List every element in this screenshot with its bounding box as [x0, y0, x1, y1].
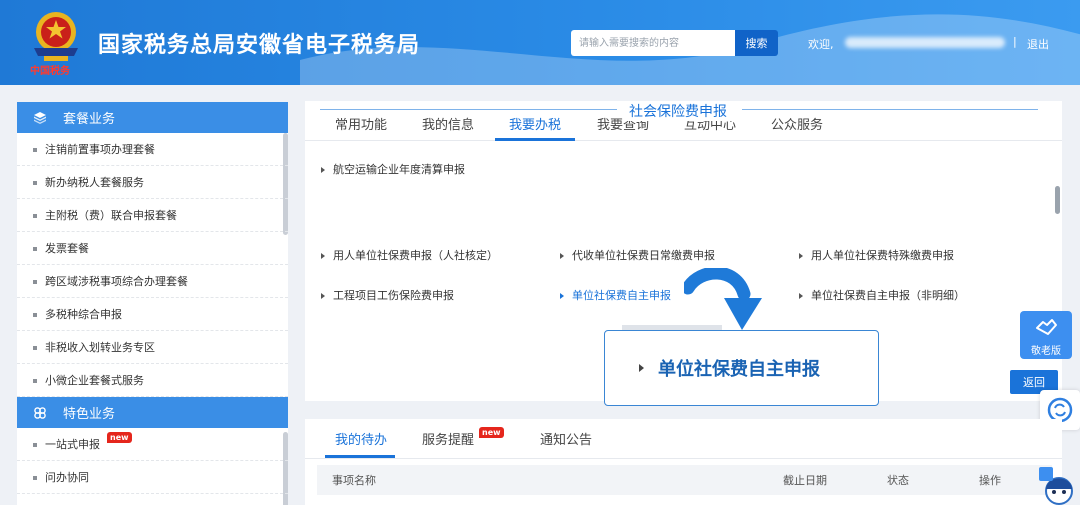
mascot-icon	[1039, 467, 1073, 505]
service-link-label: 单位社保费自主申报（非明细）	[811, 289, 965, 302]
table-header-row	[317, 465, 1052, 495]
service-link-label: 代收单位社保费日常缴费申报	[572, 249, 715, 262]
todo-panel: 我的待办 服务提醒 new 通知公告 事项名称 截止日期 状态 操作	[305, 419, 1062, 505]
welcome-text: 欢迎,	[808, 38, 834, 51]
sidebar-item-label: 一站式申报	[45, 438, 100, 451]
column-header-action: 操作	[979, 474, 1001, 487]
service-link-aviation[interactable]: 航空运输企业年度清算申报	[321, 161, 465, 177]
sidebar-item[interactable]: 主附税（费）联合申报套餐	[17, 199, 288, 232]
elder-mode-button[interactable]: 敬老版	[1020, 311, 1072, 359]
bullet-icon	[33, 181, 37, 185]
tab-public-service[interactable]: 公众服务	[771, 114, 823, 133]
sidebar-item-label: 非税收入划转业务专区	[45, 341, 155, 354]
tax-emblem-icon	[34, 12, 78, 61]
sidebar-item-label: 新办纳税人套餐服务	[45, 176, 144, 189]
triangle-icon	[321, 293, 325, 299]
zoom-callout: 单位社保费自主申报	[604, 330, 879, 406]
bullet-icon	[33, 148, 37, 152]
bullet-icon	[33, 379, 37, 383]
tab-my-info[interactable]: 我的信息	[422, 114, 474, 133]
sidebar-item[interactable]: 注销前置事项办理套餐	[17, 133, 288, 166]
sidebar-section-packages[interactable]: 套餐业务	[17, 102, 288, 133]
brand-subtitle: 中国税务	[30, 66, 70, 77]
bullet-icon	[33, 214, 37, 218]
service-link-self-declare[interactable]: 单位社保费自主申报	[560, 287, 671, 303]
sidebar-section-features[interactable]: 特色业务	[17, 397, 288, 428]
triangle-icon	[321, 253, 325, 259]
search-button[interactable]: 搜索	[735, 30, 778, 56]
tab-notice[interactable]: 通知公告	[540, 429, 592, 448]
username-redacted	[845, 37, 1005, 48]
sidebar-item-label: 注销前置事项办理套餐	[45, 143, 155, 156]
triangle-icon	[321, 167, 325, 173]
logout-link[interactable]: 退出	[1027, 36, 1049, 52]
sidebar-item-label: 跨区域涉税事项综合办理套餐	[45, 275, 188, 288]
bullet-icon	[33, 346, 37, 350]
elder-mode-label: 敬老版	[1031, 346, 1061, 357]
sidebar-item[interactable]: 问办协同	[17, 461, 288, 494]
active-tab-indicator	[495, 138, 575, 141]
triangle-icon	[799, 293, 803, 299]
service-link-label: 用人单位社保费特殊缴费申报	[811, 249, 954, 262]
sidebar-section-title: 套餐业务	[63, 112, 116, 127]
sidebar-item[interactable]: 非税收入划转业务专区	[17, 331, 288, 364]
section-divider-left	[320, 109, 617, 110]
service-link[interactable]: 工程项目工伤保险费申报	[321, 287, 454, 303]
sidebar-item[interactable]: 多税种综合申报	[17, 298, 288, 331]
column-header-item-name: 事项名称	[332, 474, 376, 487]
triangle-icon	[560, 253, 564, 259]
triangle-icon	[799, 253, 803, 259]
sidebar-item[interactable]: 新办纳税人套餐服务	[17, 166, 288, 199]
tab-common[interactable]: 常用功能	[335, 114, 387, 133]
sidebar-section-title: 特色业务	[63, 407, 116, 422]
callout-label: 单位社保费自主申报	[658, 359, 820, 380]
bullet-icon	[33, 443, 37, 447]
bullet-icon	[33, 313, 37, 317]
service-link-label: 单位社保费自主申报	[572, 289, 671, 302]
triangle-icon	[560, 293, 564, 299]
triangle-icon	[639, 364, 644, 372]
sidebar-item-label: 发票套餐	[45, 242, 89, 255]
sidebar-item-label: 问办协同	[45, 471, 89, 484]
sidebar-item[interactable]: 跨区域涉税事项综合办理套餐	[17, 265, 288, 298]
tab-tax-handling[interactable]: 我要办税	[509, 114, 561, 133]
service-link-label: 用人单位社保费申报（人社核定）	[333, 249, 498, 262]
service-link[interactable]: 用人单位社保费申报（人社核定）	[321, 247, 498, 263]
site-title: 国家税务总局安徽省电子税务局	[98, 33, 421, 58]
panel-scrollbar[interactable]	[1055, 186, 1060, 214]
new-badge: new	[107, 432, 132, 443]
top-header: 中国税务 国家税务总局安徽省电子税务局 搜索 欢迎, | 退出	[0, 0, 1080, 85]
flower-icon	[33, 406, 47, 420]
sidebar-item-label: 小微企业套餐式服务	[45, 374, 144, 387]
section-title: 社会保险费申报	[623, 101, 733, 121]
sidebar-item[interactable]: 小微企业套餐式服务	[17, 364, 288, 397]
column-header-status: 状态	[887, 474, 909, 487]
sidebar: 套餐业务 注销前置事项办理套餐 新办纳税人套餐服务 主附税（费）联合申报套餐 发…	[17, 102, 288, 505]
bullet-icon	[33, 476, 37, 480]
service-link[interactable]: 单位社保费自主申报（非明细）	[799, 287, 965, 303]
sidebar-item[interactable]: 发票套餐	[17, 232, 288, 265]
bullet-icon	[33, 280, 37, 284]
search-input[interactable]	[571, 30, 735, 56]
tabs-divider	[305, 458, 1062, 459]
curved-arrow-icon	[684, 268, 762, 330]
bullet-icon	[33, 247, 37, 251]
handshake-icon	[1036, 319, 1057, 335]
tab-service-reminder[interactable]: 服务提醒	[422, 429, 474, 448]
sidebar-item[interactable]: 一站式申报 new	[17, 428, 288, 461]
cube-icon	[33, 111, 47, 125]
header-separator: |	[1013, 35, 1017, 48]
service-link-label: 工程项目工伤保险费申报	[333, 289, 454, 302]
service-link[interactable]: 代收单位社保费日常缴费申报	[560, 247, 715, 263]
column-header-deadline: 截止日期	[783, 474, 827, 487]
service-link-label: 航空运输企业年度清算申报	[333, 163, 465, 176]
sidebar-item-label: 主附税（费）联合申报套餐	[45, 209, 177, 222]
service-link[interactable]: 用人单位社保费特殊缴费申报	[799, 247, 954, 263]
section-divider-right	[742, 109, 1038, 110]
new-badge: new	[479, 427, 504, 438]
sidebar-item-label: 多税种综合申报	[45, 308, 122, 321]
tab-my-todo[interactable]: 我的待办	[335, 429, 387, 448]
